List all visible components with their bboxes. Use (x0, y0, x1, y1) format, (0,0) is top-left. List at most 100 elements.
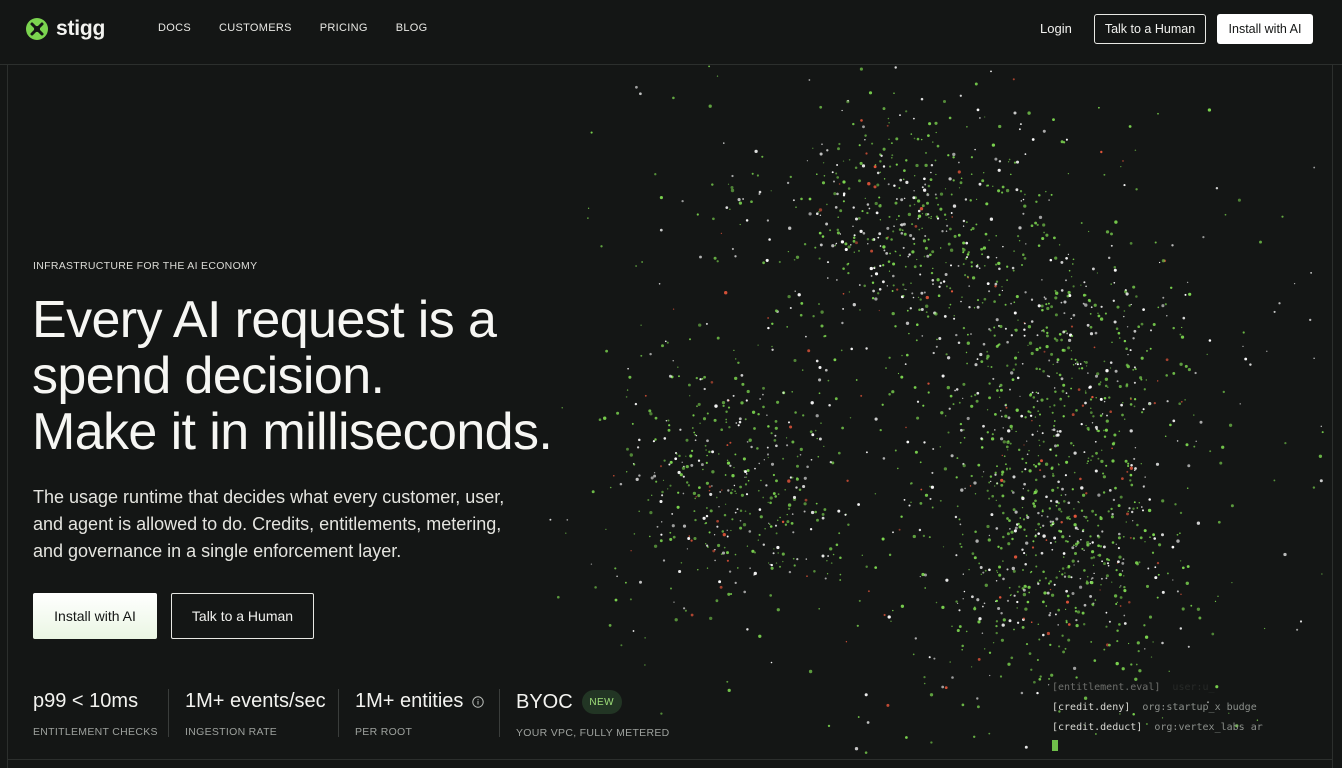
particle-dot (1024, 745, 1028, 749)
particle-dot (842, 200, 845, 203)
particle-dot (882, 165, 886, 168)
particle-dot (900, 515, 903, 518)
particle-dot (753, 571, 757, 576)
particle-dot (996, 482, 999, 485)
talk-to-human-nav-button[interactable]: Talk to a Human (1094, 14, 1206, 44)
particle-dot (1022, 488, 1024, 490)
nav-item-customers[interactable]: CUSTOMERS (219, 22, 292, 34)
stat-divider (168, 689, 169, 737)
particle-dot (980, 247, 983, 251)
particle-dot (965, 351, 968, 354)
particle-dot (987, 365, 989, 368)
particle-dot (994, 485, 996, 487)
stat-value-row: 1M+ entities (355, 690, 485, 713)
particle-dot (1024, 468, 1027, 471)
particle-dot (1024, 607, 1028, 611)
particle-dot (1145, 349, 1149, 352)
particle-dot (1108, 643, 1111, 647)
particle-dot (874, 417, 878, 421)
particle-dot (758, 462, 760, 465)
particle-dot (913, 242, 916, 245)
particle-dot (946, 385, 950, 390)
particle-dot (814, 510, 817, 514)
particle-dot (709, 509, 713, 513)
particle-dot (1045, 495, 1048, 499)
particle-dot (1123, 575, 1125, 577)
particle-dot (705, 521, 708, 525)
particle-dot (1006, 340, 1009, 344)
particle-dot (1037, 623, 1040, 626)
particle-dot (1013, 250, 1016, 253)
particle-dot (672, 535, 676, 539)
particle-dot (738, 420, 742, 424)
particle-dot (874, 201, 878, 206)
particle-dot (999, 383, 1003, 387)
particle-dot (1011, 566, 1015, 571)
particle-dot (936, 278, 940, 282)
particle-dot (957, 233, 961, 237)
stigg-logo[interactable]: stigg (26, 16, 105, 42)
particle-dot (1025, 554, 1028, 556)
particle-dot (984, 569, 987, 572)
particle-dot (935, 131, 937, 134)
particle-dot (970, 173, 973, 176)
particle-dot (812, 147, 814, 149)
particle-dot (1107, 510, 1110, 513)
particle-dot (1038, 638, 1041, 641)
particle-dot (966, 362, 968, 365)
particle-dot (659, 228, 663, 232)
particle-dot (616, 575, 618, 578)
particle-dot (1120, 403, 1123, 407)
particle-dot (1045, 605, 1048, 607)
particle-dot (1073, 544, 1075, 547)
particle-dot (809, 430, 813, 434)
particle-dot (650, 476, 654, 480)
particle-dot (1067, 564, 1071, 568)
particle-dot (1055, 504, 1058, 507)
particle-dot (627, 367, 629, 370)
particle-dot (936, 144, 940, 148)
login-link[interactable]: Login (1040, 21, 1072, 36)
particle-dot (768, 238, 771, 241)
particle-dot (677, 491, 680, 494)
info-icon[interactable] (472, 695, 485, 708)
particle-dot (782, 457, 785, 460)
particle-dot (1027, 410, 1030, 413)
particle-dot (694, 439, 697, 442)
particle-dot (1118, 555, 1122, 559)
particle-dot (1123, 622, 1127, 625)
particle-dot (1051, 411, 1054, 414)
particle-dot (1105, 574, 1109, 578)
nav-item-pricing[interactable]: PRICING (320, 22, 368, 34)
particle-dot (962, 397, 964, 400)
particle-dot (1080, 367, 1084, 370)
particle-dot (716, 260, 719, 263)
particle-dot (1021, 470, 1024, 473)
nav-item-docs[interactable]: DOCS (158, 22, 191, 34)
install-with-ai-button[interactable]: Install with AI (33, 593, 157, 639)
particle-dot (1137, 650, 1140, 653)
particle-dot (750, 445, 753, 449)
particle-dot (1063, 500, 1066, 503)
talk-to-human-button[interactable]: Talk to a Human (171, 593, 314, 639)
particle-dot (888, 553, 892, 557)
particle-dot (865, 152, 868, 155)
particle-dot (879, 171, 882, 174)
particle-dot (1038, 215, 1043, 220)
particle-dot (1054, 296, 1058, 300)
particle-dot (886, 703, 890, 707)
particle-dot (1184, 293, 1187, 296)
particle-dot (1066, 594, 1070, 598)
particle-dot (1090, 640, 1093, 643)
particle-dot (875, 211, 879, 215)
particle-dot (1071, 377, 1073, 380)
install-with-ai-nav-button[interactable]: Install with AI (1217, 14, 1313, 44)
particle-dot (1259, 240, 1262, 244)
particle-dot (960, 177, 963, 180)
particle-dot (692, 491, 697, 496)
particle-dot (1022, 518, 1026, 521)
particle-dot (1132, 507, 1135, 510)
nav-item-blog[interactable]: BLOG (396, 22, 428, 34)
particle-dot (787, 479, 791, 483)
particle-dot (1263, 627, 1266, 630)
